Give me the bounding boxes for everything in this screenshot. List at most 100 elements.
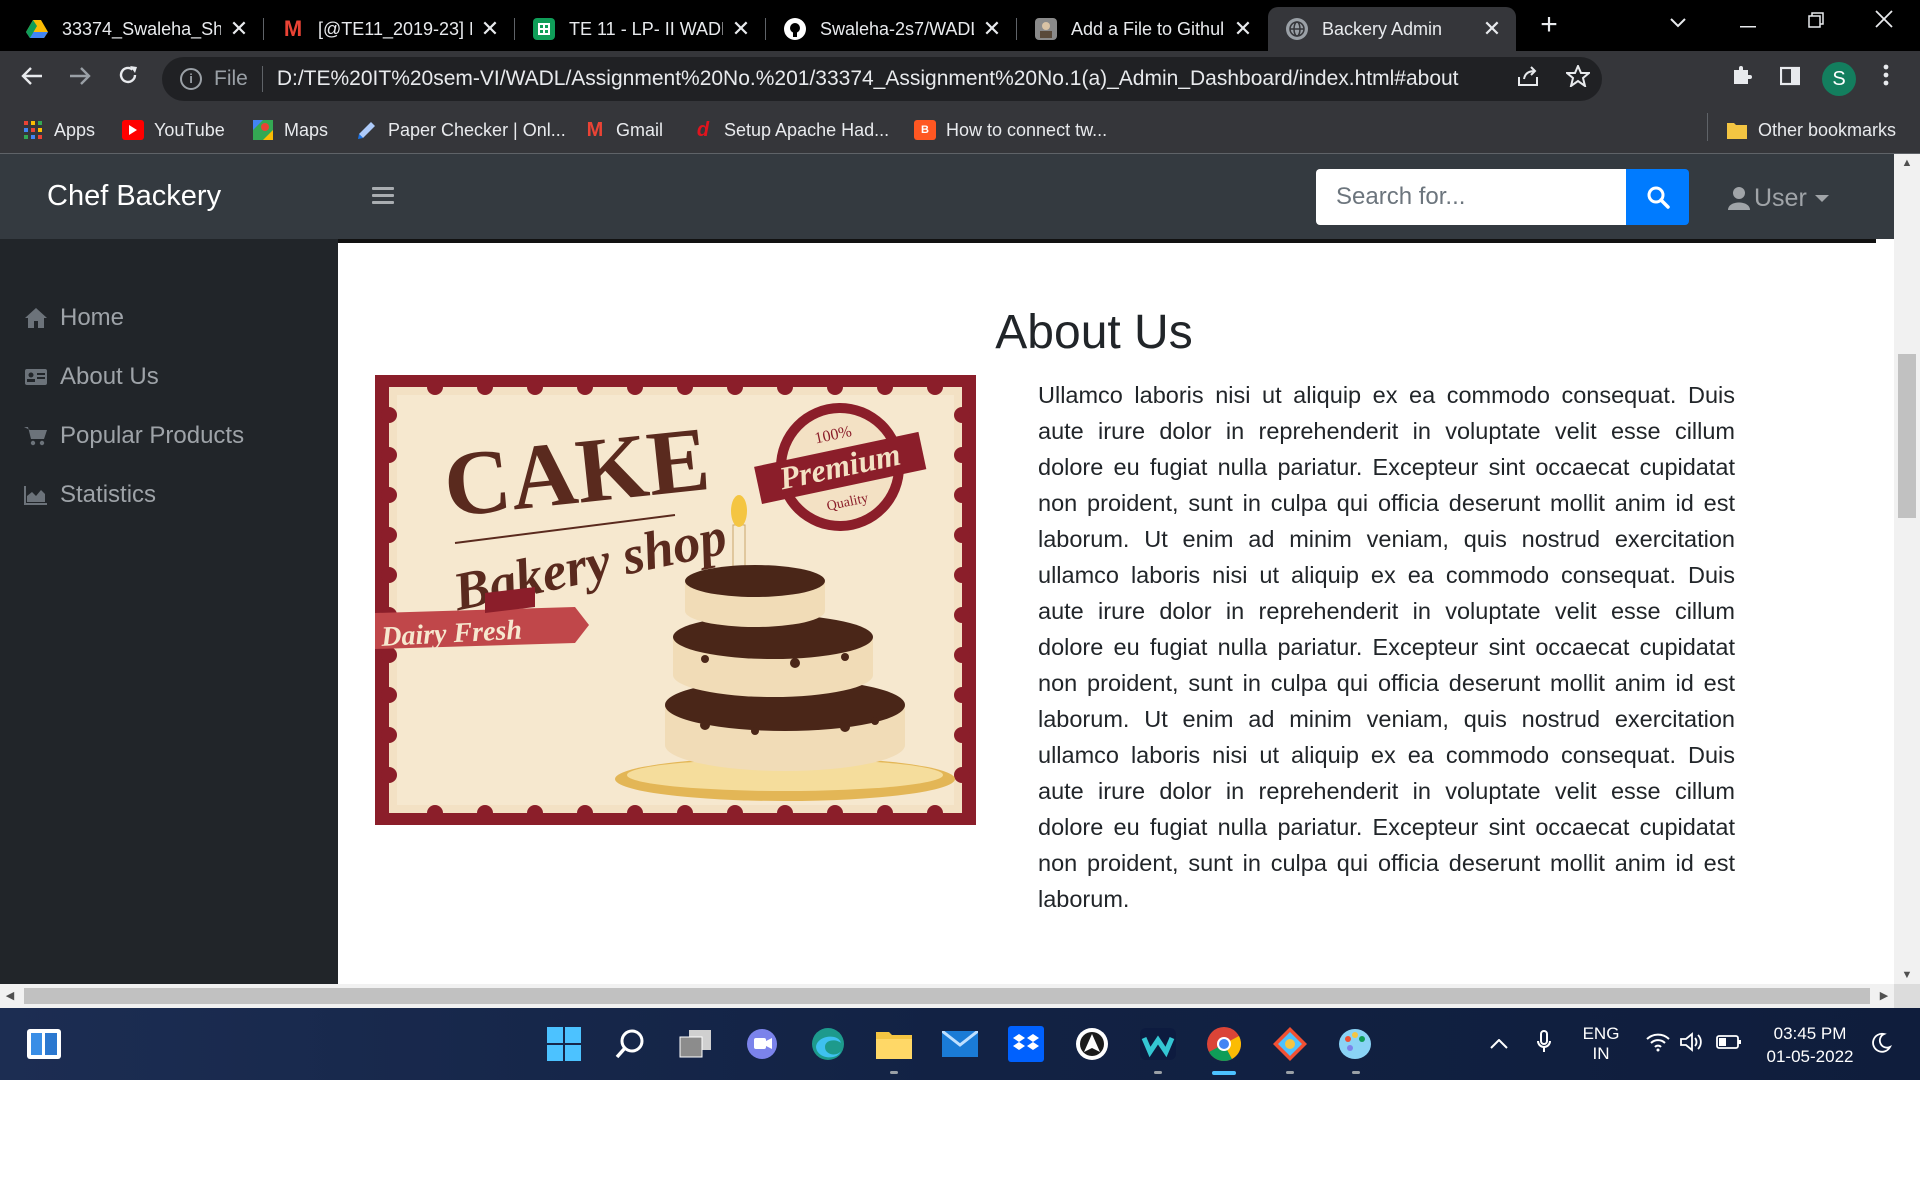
home-icon bbox=[25, 308, 47, 328]
tab-close-icon[interactable]: ✕ bbox=[982, 16, 1002, 42]
battery-button[interactable] bbox=[1716, 1034, 1742, 1055]
chat-icon bbox=[747, 1029, 777, 1059]
tab-github[interactable]: Swaleha-2s7/WADL ✕ bbox=[766, 7, 1016, 51]
star-icon[interactable] bbox=[1566, 65, 1590, 87]
puzzle-icon bbox=[1734, 66, 1752, 84]
sidebar-item-home[interactable]: Home bbox=[24, 301, 124, 335]
sidebar-item-about-us[interactable]: About Us bbox=[24, 360, 159, 394]
bookmark-setup-apache[interactable]: d Setup Apache Had... bbox=[692, 116, 889, 144]
tab-close-icon[interactable]: ✕ bbox=[731, 16, 751, 42]
menu-button[interactable] bbox=[1868, 61, 1904, 97]
speaker-icon bbox=[1680, 1032, 1702, 1052]
bookmark-apps[interactable]: Apps bbox=[22, 116, 95, 144]
browser-tab-strip: 33374_Swaleha_Sh ✕ M [@TE11_2019-23] F ✕… bbox=[0, 0, 1920, 51]
git-icon bbox=[1273, 1027, 1307, 1061]
search-icon bbox=[615, 1029, 644, 1059]
folder-icon bbox=[876, 1032, 912, 1059]
taskbar-search-button[interactable] bbox=[610, 1024, 650, 1064]
bookmark-paper-checker[interactable]: Paper Checker | Onl... bbox=[356, 116, 566, 144]
edge-button[interactable] bbox=[808, 1024, 848, 1064]
profile-avatar[interactable]: S bbox=[1822, 62, 1856, 96]
running-indicator bbox=[1286, 1071, 1294, 1074]
moon-icon bbox=[1872, 1032, 1893, 1053]
side-panel-icon bbox=[1779, 66, 1801, 86]
tab-backery-admin[interactable]: Backery Admin ✕ bbox=[1268, 7, 1516, 51]
app-button[interactable] bbox=[1072, 1024, 1112, 1064]
tab-close-icon[interactable]: ✕ bbox=[480, 16, 500, 42]
teams-chat-button[interactable] bbox=[742, 1024, 782, 1064]
show-hidden-icons-button[interactable] bbox=[1490, 1034, 1508, 1054]
vertical-scrollbar[interactable]: ▲ ▼ bbox=[1894, 154, 1920, 984]
widgets-button[interactable] bbox=[24, 1024, 64, 1064]
tab-close-icon[interactable]: ✕ bbox=[1233, 16, 1253, 42]
side-panel-button[interactable] bbox=[1772, 61, 1808, 97]
edge-icon bbox=[812, 1028, 844, 1060]
horizontal-scroll-thumb[interactable] bbox=[24, 988, 1870, 1004]
user-icon bbox=[1728, 187, 1750, 210]
extensions-button[interactable] bbox=[1724, 61, 1760, 97]
chrome-button[interactable] bbox=[1204, 1024, 1244, 1064]
tab-close-icon[interactable]: ✕ bbox=[1482, 16, 1502, 42]
webex-button[interactable] bbox=[1138, 1024, 1178, 1064]
browser-toolbar: i File D:/TE%20IT%20sem-VI/WADL/Assignme… bbox=[0, 51, 1920, 106]
profile-photo-icon bbox=[1035, 18, 1057, 40]
mail-button[interactable] bbox=[940, 1024, 980, 1064]
sidebar: Home About Us Popular Products Statistic… bbox=[0, 239, 338, 984]
volume-button[interactable] bbox=[1680, 1032, 1704, 1057]
widgets-icon bbox=[27, 1029, 61, 1059]
reload-button[interactable] bbox=[110, 61, 146, 97]
scroll-down-arrow-icon[interactable]: ▼ bbox=[1894, 966, 1920, 984]
address-bar[interactable]: i File D:/TE%20IT%20sem-VI/WADL/Assignme… bbox=[162, 57, 1602, 101]
bookmark-other[interactable]: Other bookmarks bbox=[1726, 116, 1896, 144]
file-explorer-button[interactable] bbox=[874, 1024, 914, 1064]
bookmark-youtube[interactable]: YouTube bbox=[122, 116, 225, 144]
search-button[interactable] bbox=[1626, 169, 1689, 225]
forward-button[interactable] bbox=[62, 61, 98, 97]
tab-close-icon[interactable]: ✕ bbox=[229, 16, 249, 42]
tab-search-button[interactable] bbox=[1648, 0, 1708, 44]
wifi-button[interactable] bbox=[1646, 1032, 1670, 1057]
sidebar-toggle-button[interactable] bbox=[372, 187, 394, 205]
start-button[interactable] bbox=[544, 1024, 584, 1064]
share-icon[interactable] bbox=[1516, 65, 1540, 87]
scroll-up-arrow-icon[interactable]: ▲ bbox=[1894, 154, 1920, 172]
tab-google-drive[interactable]: 33374_Swaleha_Sh ✕ bbox=[8, 7, 263, 51]
microphone-icon bbox=[1537, 1030, 1551, 1052]
tab-add-file-github[interactable]: Add a File to Githul ✕ bbox=[1017, 7, 1267, 51]
tab-google-sheets[interactable]: TE 11 - LP- II WADL ✕ bbox=[515, 7, 765, 51]
minimize-button[interactable] bbox=[1718, 0, 1778, 44]
horizontal-scrollbar[interactable]: ◀ ▶ bbox=[0, 984, 1894, 1008]
dropbox-button[interactable] bbox=[1006, 1024, 1046, 1064]
info-icon[interactable]: i bbox=[180, 68, 202, 90]
tab-gmail[interactable]: M [@TE11_2019-23] F ✕ bbox=[264, 7, 514, 51]
task-view-icon bbox=[679, 1030, 711, 1058]
bookmark-maps[interactable]: Maps bbox=[252, 116, 328, 144]
back-button[interactable] bbox=[14, 61, 50, 97]
git-button[interactable] bbox=[1270, 1024, 1310, 1064]
paint-button[interactable] bbox=[1336, 1024, 1376, 1064]
bookmark-d-icon: d bbox=[696, 118, 710, 141]
focus-assist-button[interactable] bbox=[1870, 1032, 1893, 1059]
youtube-icon bbox=[122, 120, 144, 140]
folder-icon bbox=[1726, 120, 1748, 140]
bookmark-gmail[interactable]: M Gmail bbox=[584, 116, 663, 144]
input-language-indicator[interactable]: ENG IN bbox=[1578, 1024, 1624, 1064]
brand-link[interactable]: Chef Backery bbox=[47, 180, 221, 213]
clock[interactable]: 03:45 PM 01-05-2022 bbox=[1762, 1022, 1858, 1068]
google-drive-icon bbox=[26, 18, 48, 40]
sidebar-item-popular-products[interactable]: Popular Products bbox=[24, 419, 244, 453]
bookmark-how-to-connect[interactable]: B How to connect tw... bbox=[914, 116, 1107, 144]
microphone-button[interactable] bbox=[1536, 1030, 1552, 1059]
close-window-button[interactable] bbox=[1854, 0, 1914, 44]
scroll-left-arrow-icon[interactable]: ◀ bbox=[0, 984, 20, 1008]
user-dropdown[interactable]: User bbox=[1728, 182, 1829, 214]
sidebar-item-statistics[interactable]: Statistics bbox=[24, 478, 156, 512]
app-icon bbox=[1076, 1028, 1108, 1060]
task-view-button[interactable] bbox=[676, 1024, 716, 1064]
scroll-right-arrow-icon[interactable]: ▶ bbox=[1874, 984, 1894, 1008]
search-input[interactable] bbox=[1316, 169, 1626, 225]
previous-section-edge bbox=[338, 239, 1876, 243]
new-tab-button[interactable]: + bbox=[1532, 8, 1566, 42]
restore-button[interactable] bbox=[1786, 0, 1846, 44]
vertical-scroll-thumb[interactable] bbox=[1898, 354, 1916, 518]
